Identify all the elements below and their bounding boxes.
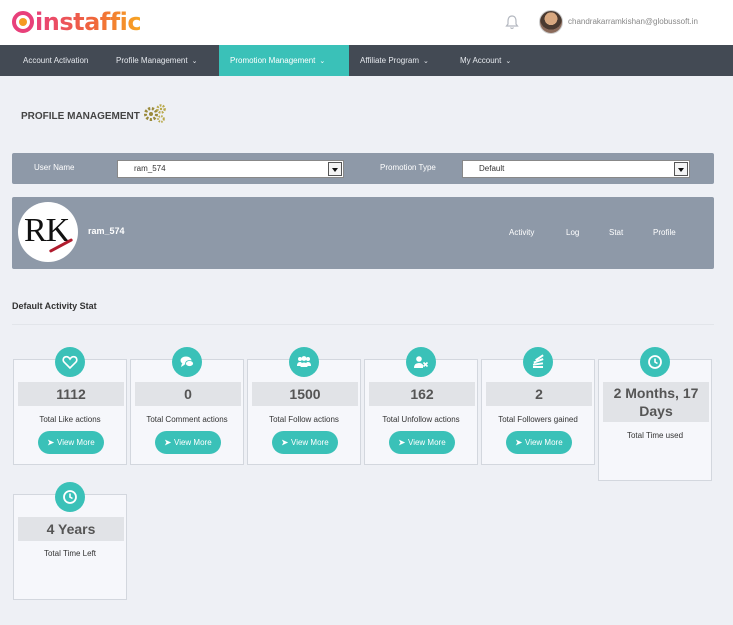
nav-account-activation[interactable]: Account Activation <box>12 45 99 76</box>
nav-affiliate-program[interactable]: Affiliate Program ⌄ <box>349 45 440 76</box>
stat-value: 1112 <box>18 382 124 406</box>
logo-mark-icon <box>12 11 34 33</box>
stat-card-time-used: 2 Months, 17 Days Total Time used <box>598 347 712 481</box>
stat-card-unfollows: 162 Total Unfollow actions ➤ View More <box>364 347 478 465</box>
chevron-down-icon: ⌄ <box>319 58 326 65</box>
stack-icon <box>523 347 553 377</box>
nav-label: Promotion Management <box>230 56 316 65</box>
nav-my-account[interactable]: My Account ⌄ <box>449 45 522 76</box>
view-more-button[interactable]: ➤ View More <box>506 431 572 454</box>
stat-value: 2 <box>486 382 592 406</box>
stat-label: Total Comment actions <box>146 415 228 424</box>
stat-label: Total Followers gained <box>498 415 578 424</box>
username-select[interactable]: ram_574 <box>117 160 344 178</box>
stat-label: Total Time Left <box>43 549 97 558</box>
dropdown-arrow-icon[interactable] <box>674 162 688 176</box>
view-more-label: View More <box>57 438 95 447</box>
chevron-down-icon: ⌄ <box>423 58 429 65</box>
stat-card-follows: 1500 Total Follow actions ➤ View More <box>247 347 361 465</box>
section-title: Default Activity Stat <box>12 301 97 311</box>
stat-card-likes: 1112 Total Like actions ➤ View More <box>13 347 127 465</box>
stat-value: 1500 <box>252 382 358 406</box>
view-more-button[interactable]: ➤ View More <box>389 431 455 454</box>
tab-activity[interactable]: Activity <box>509 228 534 237</box>
send-icon: ➤ <box>515 438 523 447</box>
gears-icon <box>144 104 166 123</box>
clock-icon <box>55 482 85 512</box>
comment-icon <box>172 347 202 377</box>
view-more-button[interactable]: ➤ View More <box>272 431 338 454</box>
section-divider <box>12 324 714 325</box>
nav-profile-management[interactable]: Profile Management ⌄ <box>105 45 208 76</box>
profile-name: ram_574 <box>88 226 125 236</box>
tab-log[interactable]: Log <box>566 228 579 237</box>
send-icon: ➤ <box>398 438 406 447</box>
main-nav: Account Activation Profile Management ⌄ P… <box>0 45 733 76</box>
stat-card-comments: 0 Total Comment actions ➤ View More <box>130 347 244 465</box>
logo-text: instaffic <box>35 8 142 36</box>
view-more-label: View More <box>291 438 329 447</box>
stat-label: Total Follow actions <box>269 415 339 424</box>
stat-card-followers: 2 Total Followers gained ➤ View More <box>481 347 595 465</box>
stat-label: Total Time used <box>626 431 684 440</box>
promotion-type-select[interactable]: Default <box>462 160 690 178</box>
stat-label: Total Unfollow actions <box>382 415 460 424</box>
nav-label: Profile Management <box>116 56 188 65</box>
view-more-label: View More <box>525 438 563 447</box>
user-avatar[interactable] <box>539 10 563 34</box>
top-header: instaffic chandrakarramkishan@globussoft… <box>0 0 733 45</box>
stat-value: 2 Months, 17 Days <box>603 382 709 422</box>
dropdown-arrow-icon[interactable] <box>328 162 342 176</box>
bell-icon[interactable] <box>505 14 519 30</box>
nav-label: My Account <box>460 56 502 65</box>
stat-value: 162 <box>369 382 475 406</box>
chevron-down-icon: ⌄ <box>505 58 512 65</box>
stat-card-time-left: 4 Years Total Time Left <box>13 482 127 600</box>
tab-profile[interactable]: Profile <box>653 228 676 237</box>
clock-icon <box>640 347 670 377</box>
instaffic-logo[interactable]: instaffic <box>12 7 142 37</box>
view-more-button[interactable]: ➤ View More <box>38 431 104 454</box>
stat-value: 0 <box>135 382 241 406</box>
send-icon: ➤ <box>164 438 172 447</box>
profile-avatar: RK <box>18 202 78 262</box>
nav-label: Account Activation <box>23 56 89 65</box>
view-more-label: View More <box>408 438 446 447</box>
heart-icon <box>55 347 85 377</box>
nav-label: Affiliate Program <box>360 56 419 65</box>
page-title: PROFILE MANAGEMENT <box>21 111 140 122</box>
send-icon: ➤ <box>281 438 289 447</box>
stat-label: Total Like actions <box>39 415 101 424</box>
profile-bar: RK ram_574 Activity Log Stat Profile <box>12 197 714 269</box>
view-more-label: View More <box>174 438 212 447</box>
chevron-down-icon: ⌄ <box>191 58 198 65</box>
send-icon: ➤ <box>47 438 55 447</box>
username-label: User Name <box>34 163 75 172</box>
view-more-button[interactable]: ➤ View More <box>155 431 221 454</box>
tab-stat[interactable]: Stat <box>609 228 623 237</box>
username-select-value: ram_574 <box>134 164 166 173</box>
promotion-type-label: Promotion Type <box>380 163 436 172</box>
stat-value: 4 Years <box>18 517 124 541</box>
user-email[interactable]: chandrakarramkishan@globussoft.in <box>568 17 698 26</box>
users-icon <box>289 347 319 377</box>
promotion-type-select-value: Default <box>479 164 505 173</box>
nav-promotion-management[interactable]: Promotion Management ⌄ <box>219 45 349 76</box>
user-remove-icon <box>406 347 436 377</box>
filter-bar: User Name ram_574 Promotion Type Default <box>12 153 714 184</box>
